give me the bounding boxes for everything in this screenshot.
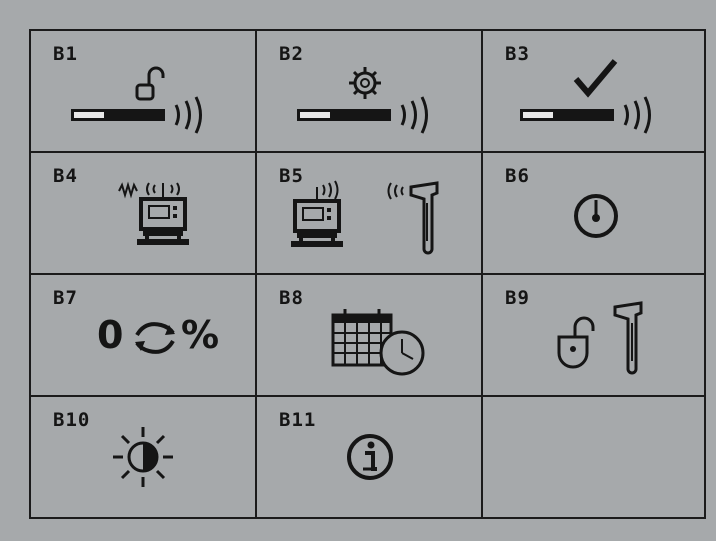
- calendar-clock-icon: [331, 309, 425, 376]
- menu-cell-b4[interactable]: B4: [31, 153, 257, 275]
- menu-cell-b3[interactable]: B3: [483, 31, 704, 153]
- menu-cell-b6[interactable]: B6: [483, 153, 704, 275]
- unlock-locator-icon: [557, 301, 643, 375]
- settings-menu-screen: B1 B2 B3 B4 B5 B6 B7 0 % B8 B9 B10 B11: [0, 0, 716, 541]
- menu-cell-b8[interactable]: B8: [257, 275, 483, 397]
- menu-cell-b5[interactable]: B5: [257, 153, 483, 275]
- check-signal-strength-icon: [520, 59, 651, 134]
- zero-reset-percent-icon: 0 %: [97, 311, 237, 361]
- dial-gauge-icon: [574, 194, 618, 238]
- menu-cell-b9[interactable]: B9: [483, 275, 704, 397]
- reset-arrows-icon: [135, 322, 175, 354]
- zero-text: 0: [97, 313, 124, 357]
- gear-signal-strength-icon: [297, 67, 428, 134]
- percent-text: %: [181, 313, 220, 357]
- menu-cell-b1[interactable]: B1: [31, 31, 257, 153]
- menu-cell-b7[interactable]: B7 0 %: [31, 275, 257, 397]
- menu-grid: B1 B2 B3 B4 B5 B6 B7 0 % B8 B9 B10 B11: [29, 29, 706, 519]
- transmitter-receiver-pairing-icon: [291, 180, 439, 255]
- menu-cell-b2[interactable]: B2: [257, 31, 483, 153]
- menu-cell-b11[interactable]: B11: [257, 397, 483, 517]
- menu-cell-empty: [483, 397, 704, 517]
- cell-label-b7: B7: [53, 287, 78, 309]
- menu-cell-b10[interactable]: B10: [31, 397, 257, 517]
- unlock-signal-strength-icon: [71, 66, 202, 134]
- info-icon: [347, 434, 393, 480]
- brightness-icon: [113, 427, 173, 487]
- transmitter-wireless-icon: [118, 181, 189, 245]
